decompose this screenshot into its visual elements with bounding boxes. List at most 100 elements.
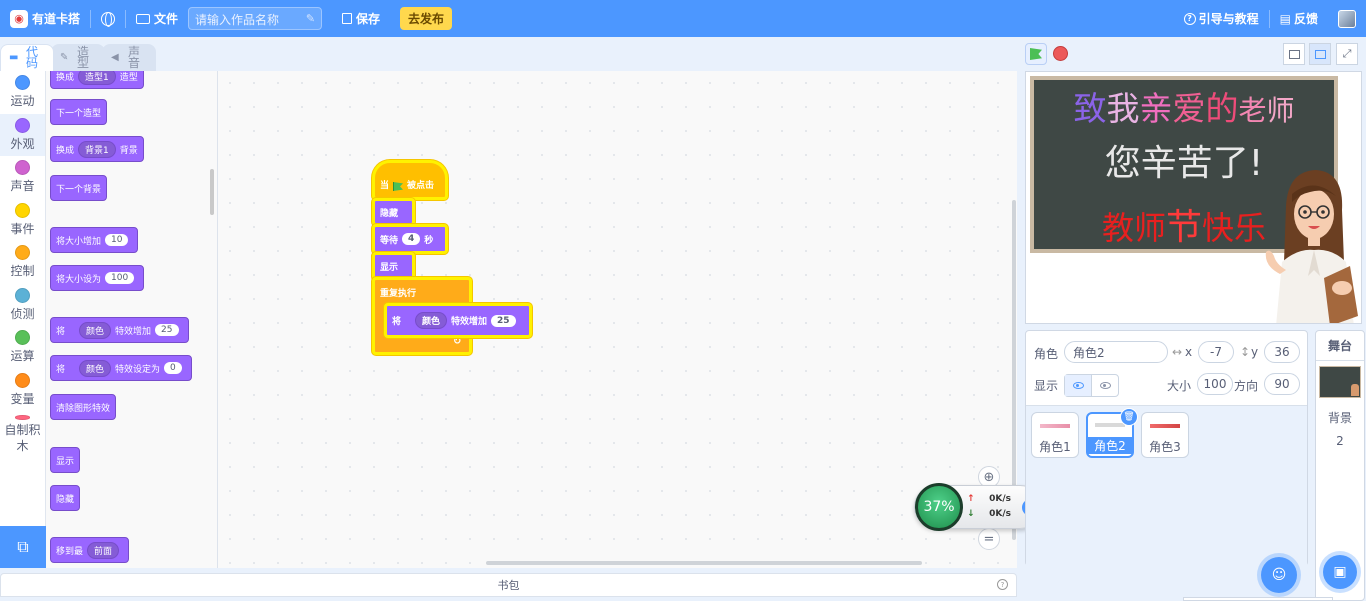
avatar[interactable]: [1338, 9, 1356, 28]
globe-icon[interactable]: [101, 11, 116, 27]
zoom-reset-button[interactable]: =: [978, 528, 1000, 550]
category-1[interactable]: 外观: [0, 113, 45, 156]
category-2[interactable]: 声音: [0, 156, 45, 199]
palette-block-set-size[interactable]: 将大小设为 100: [50, 265, 145, 291]
layer-dropdown[interactable]: 前面: [87, 541, 120, 559]
palette-block-show[interactable]: 显示: [50, 447, 81, 473]
category-label: 声音: [10, 179, 35, 193]
effect-dropdown[interactable]: 颜色: [79, 321, 112, 339]
category-color-dot: [15, 117, 30, 133]
save-icon: [342, 13, 353, 24]
add-sprite-button[interactable]: ☺: [1261, 557, 1297, 593]
teacher-sprite[interactable]: [1258, 166, 1362, 324]
palette-block-clear-effects[interactable]: 清除图形特效: [50, 394, 117, 420]
normal-stage-button[interactable]: [1309, 43, 1331, 65]
upload-speed: 0K/s: [989, 494, 1011, 504]
script-block-hide[interactable]: 隐藏: [372, 198, 415, 226]
script-block-when-flag-clicked[interactable]: 当 被点击: [372, 160, 448, 200]
tab-code[interactable]: ▬ 代码: [0, 44, 54, 71]
block-text: 重复执行: [380, 289, 417, 299]
palette-block-set-effect[interactable]: 将 颜色 特效设定为 0: [50, 355, 192, 381]
category-color-dot: [15, 202, 30, 218]
effect-dropdown[interactable]: 颜色: [415, 312, 448, 329]
palette-block-switch-backdrop[interactable]: 换成 背景1 背景: [50, 136, 144, 162]
fullscreen-button[interactable]: ⤢: [1336, 43, 1358, 65]
block-text: 移到最: [56, 546, 84, 557]
size-input[interactable]: 100: [1197, 373, 1233, 395]
category-7[interactable]: 变量: [0, 369, 45, 412]
network-speed-widget[interactable]: 37% ↑ 0K/s ↓ 0K/s +: [914, 483, 1042, 531]
category-5[interactable]: 侦测: [0, 284, 45, 327]
wait-seconds-input[interactable]: 4: [402, 233, 421, 245]
green-flag-button[interactable]: [1025, 43, 1047, 65]
tab-sounds[interactable]: ◀ 声音: [102, 44, 156, 71]
effect-amount-input[interactable]: 25: [491, 314, 516, 327]
category-8[interactable]: 自制积木: [0, 411, 45, 454]
add-backdrop-button[interactable]: ▣: [1323, 555, 1357, 589]
palette-block-next-costume[interactable]: 下一个造型: [50, 99, 108, 125]
palette-block-hide[interactable]: 隐藏: [50, 485, 81, 511]
palette-block-change-size[interactable]: 将大小增加 10: [50, 227, 139, 253]
add-extension-button[interactable]: ⧉: [0, 526, 46, 568]
stage-char: 师: [1266, 94, 1295, 127]
file-menu[interactable]: 文件: [136, 10, 178, 27]
stage-canvas[interactable]: 致我亲爱的老师 您辛苦了! 教师节快乐: [1025, 71, 1362, 324]
size-change-input[interactable]: 10: [105, 234, 129, 246]
size-set-input[interactable]: 100: [105, 272, 135, 284]
category-label: 侦测: [10, 306, 35, 321]
stop-button[interactable]: [1053, 46, 1068, 61]
palette-block-switch-costume[interactable]: 换成 造型1 造型: [50, 71, 144, 89]
sprite-tile-3[interactable]: 角色3: [1141, 412, 1189, 458]
palette-block-go-to-layer[interactable]: 移到最 前面: [50, 537, 130, 563]
workspace-horizontal-scrollbar[interactable]: [486, 561, 922, 565]
help-icon[interactable]: ?: [997, 579, 1008, 590]
block-text: 将: [56, 364, 66, 375]
stage-panel-title: 舞台: [1316, 331, 1364, 361]
small-stage-button[interactable]: [1283, 43, 1305, 65]
backdrop-dropdown[interactable]: 背景1: [78, 140, 116, 158]
category-color-dot: [15, 287, 30, 303]
tab-costumes-label: 造型: [76, 45, 89, 70]
script-block-change-effect[interactable]: 将 颜色 特效增加 25: [384, 303, 532, 338]
effect-change-input[interactable]: 25: [155, 324, 179, 336]
sprite-tile-2[interactable]: 角色2 🗑: [1086, 408, 1138, 458]
download-arrow-icon: ↓: [967, 509, 975, 519]
guide-button[interactable]: ? 引导与教程: [1183, 10, 1259, 27]
tab-costumes[interactable]: ✎ 造型: [51, 44, 105, 71]
sprite-tile-1[interactable]: 角色1: [1031, 412, 1079, 458]
palette-block-change-effect[interactable]: 将 颜色 特效增加 25: [50, 317, 189, 343]
category-3[interactable]: 事件: [0, 199, 45, 242]
brand-logo[interactable]: ◉ 有道卡搭: [10, 9, 80, 28]
sprite-label: 角色: [1034, 347, 1059, 361]
category-color-dot: [15, 160, 30, 175]
sprite-name-input[interactable]: 角色2: [1064, 341, 1168, 363]
palette-scrollbar[interactable]: [210, 169, 214, 215]
extension-icon: ⧉: [17, 537, 29, 556]
show-sprite-button[interactable]: [1065, 375, 1092, 396]
category-label: 运算: [10, 349, 35, 363]
feedback-button[interactable]: ▤ 反馈: [1280, 10, 1318, 27]
effect-set-input[interactable]: 0: [164, 362, 182, 374]
save-button[interactable]: 保存: [342, 10, 380, 27]
script-block-wait[interactable]: 等待 4 秒: [372, 224, 448, 254]
publish-button[interactable]: 去发布: [400, 7, 453, 30]
costume-dropdown[interactable]: 造型1: [78, 71, 116, 85]
block-categories: 运动 外观声音事件 控制侦测运算变量 自制积木: [0, 71, 46, 526]
size-label: 大小: [1167, 379, 1192, 393]
palette-block-next-backdrop[interactable]: 下一个背景: [50, 175, 108, 201]
category-4[interactable]: 控制: [0, 241, 45, 284]
stage-char: 快乐: [1202, 209, 1267, 247]
category-6[interactable]: 运算: [0, 326, 45, 369]
category-0[interactable]: 运动: [0, 71, 45, 114]
direction-input[interactable]: 90: [1264, 373, 1300, 395]
hide-sprite-button[interactable]: [1092, 375, 1118, 396]
code-workspace[interactable]: [218, 71, 1017, 568]
backpack-bar[interactable]: 书包 ?: [0, 573, 1017, 597]
block-text: 特效增加: [115, 326, 152, 337]
project-title-input[interactable]: 请输入作品名称 ✎: [188, 7, 323, 30]
x-position-input[interactable]: -7: [1198, 341, 1234, 363]
y-position-input[interactable]: 36: [1264, 341, 1300, 363]
effect-dropdown[interactable]: 颜色: [79, 359, 112, 377]
project-title-placeholder: 请输入作品名称: [195, 13, 280, 27]
delete-sprite-button[interactable]: 🗑: [1120, 408, 1138, 426]
